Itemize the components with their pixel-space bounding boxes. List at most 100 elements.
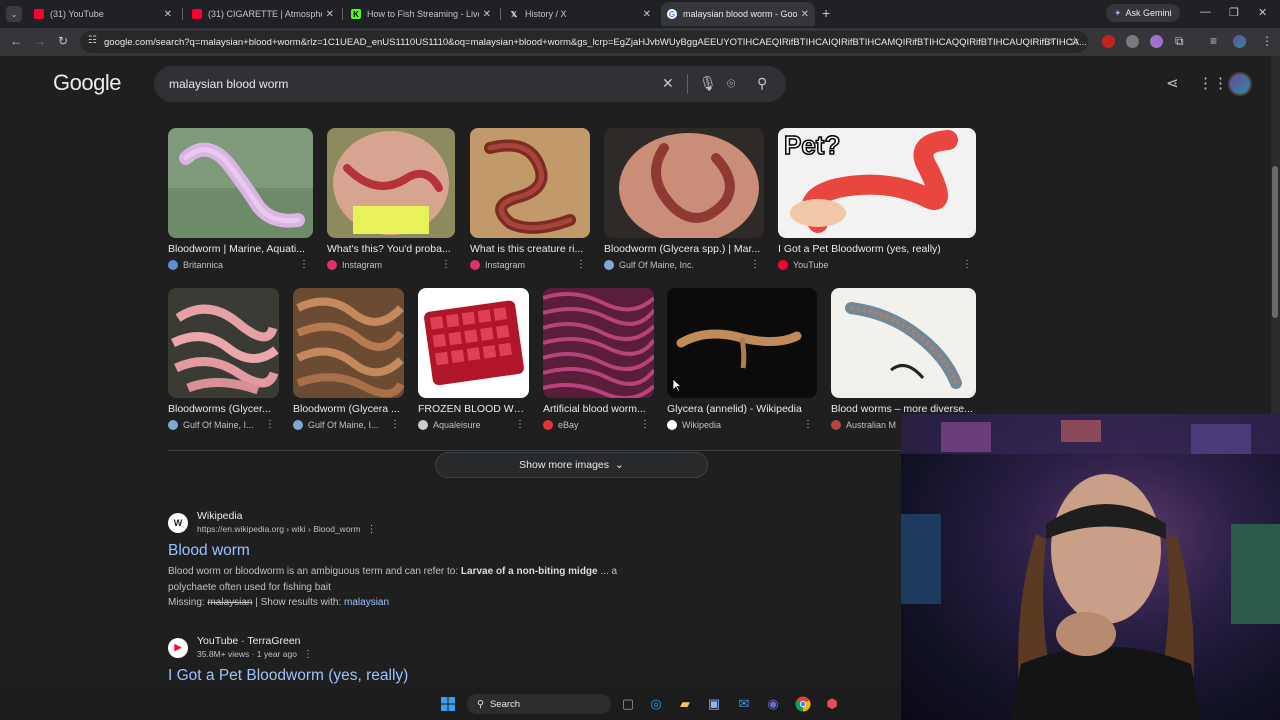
extension-purple-icon[interactable] [1150, 35, 1163, 48]
image-thumbnail[interactable] [667, 288, 817, 398]
more-options-icon[interactable]: ⋮ [390, 419, 400, 430]
show-results-with-link[interactable]: malaysian [344, 597, 389, 608]
extensions-puzzle-icon[interactable]: ⧉ [1175, 34, 1184, 49]
close-icon[interactable]: ✕ [801, 9, 809, 20]
extension-gray-icon[interactable] [1126, 35, 1139, 48]
image-thumbnail[interactable] [543, 288, 654, 398]
close-icon[interactable]: ✕ [483, 9, 491, 20]
tab-x-history[interactable]: 𝕏 History / X ✕ [503, 2, 657, 26]
more-options-icon[interactable]: ⋮ [303, 649, 313, 660]
image-result[interactable]: What is this creature ri... Instagram ⋮ [470, 128, 590, 270]
show-more-images-button[interactable]: Show more images ⌄ [435, 452, 708, 478]
mail-icon[interactable]: ✉ [735, 695, 753, 713]
tab-cigarette[interactable]: (31) CIGARETTE | Atmospheric ✕ [186, 2, 340, 26]
result-title-link[interactable]: I Got a Pet Bloodworm (yes, really) [168, 667, 688, 685]
task-view-icon[interactable]: ▢ [619, 695, 637, 713]
gulf-of-maine-icon [168, 420, 178, 430]
more-options-icon[interactable]: ⋮ [441, 259, 451, 270]
image-source-name: Wikipedia [682, 420, 722, 430]
discord-icon[interactable]: ◉ [764, 695, 782, 713]
bookmark-star-icon[interactable]: ☆ [1069, 34, 1080, 48]
image-thumbnail[interactable]: Pet? [778, 128, 976, 238]
search-query-text: malaysian blood worm [169, 77, 289, 91]
result-site[interactable]: W Wikipedia https://en.wikipedia.org › w… [168, 510, 688, 535]
share-icon[interactable]: ⋖ [1166, 74, 1179, 92]
microsoft-store-icon[interactable]: ▣ [705, 695, 723, 713]
windows-start-icon[interactable] [439, 695, 457, 713]
address-bar[interactable]: ☷ google.com/search?q=malaysian+blood+wo… [80, 31, 1088, 53]
more-options-icon[interactable]: ⋮ [750, 259, 760, 270]
image-result[interactable]: Bloodworm (Glycera spp.) | Mar... Gulf O… [604, 128, 764, 270]
menu-kebab-icon[interactable]: ⋮ [1261, 34, 1273, 48]
site-info-icon[interactable]: ☷ [88, 35, 97, 46]
more-options-icon[interactable]: ⋮ [299, 259, 309, 270]
browser-tab-strip: ⌄ (31) YouTube ✕ (31) CIGARETTE | Atmosp… [0, 0, 1280, 28]
image-thumbnail[interactable] [327, 128, 455, 238]
file-explorer-icon[interactable]: ▰ [676, 695, 694, 713]
image-result[interactable]: Bloodworm | Marine, Aquati... Britannica… [168, 128, 313, 270]
minimize-icon[interactable]: — [1200, 6, 1211, 18]
image-result[interactable]: Glycera (annelid) - Wikipedia Wikipedia … [667, 288, 817, 430]
close-icon[interactable]: ✕ [643, 9, 651, 20]
image-result[interactable]: Pet? I Got a Pet Bloodworm (yes, really)… [778, 128, 976, 270]
account-avatar[interactable] [1228, 72, 1252, 96]
scrollbar-thumb[interactable] [1272, 166, 1278, 318]
tab-kick-stream[interactable]: K How to Fish Streaming - Live St ✕ [345, 2, 497, 26]
image-thumbnail[interactable] [293, 288, 404, 398]
restore-icon[interactable]: ❐ [1229, 6, 1239, 19]
pinned-app-icon[interactable]: ⬢ [823, 695, 841, 713]
image-thumbnail[interactable] [604, 128, 764, 238]
image-thumbnail[interactable] [418, 288, 529, 398]
image-result[interactable]: Artificial blood worm... eBay ⋮ [543, 288, 654, 430]
close-icon[interactable]: ✕ [326, 9, 334, 20]
more-options-icon[interactable]: ⋮ [803, 419, 813, 430]
clear-icon[interactable]: ✕ [662, 75, 674, 92]
image-thumbnail[interactable] [168, 128, 313, 238]
taskbar-search-box[interactable]: ⚲ Search [467, 694, 611, 714]
apps-grid-icon[interactable]: ⋮⋮ [1198, 74, 1228, 92]
google-logo[interactable]: Google [53, 70, 121, 96]
tab-title: History / X [525, 9, 567, 19]
back-arrow-icon[interactable]: ← [10, 34, 22, 48]
new-tab-icon[interactable]: + [822, 5, 830, 21]
search-input[interactable]: malaysian blood worm ✕ 🎙 ⌾ ⚲ [154, 66, 786, 102]
aqualeisure-icon [418, 420, 428, 430]
chrome-icon[interactable] [794, 695, 812, 713]
tab-google-search[interactable]: G malaysian blood worm - Google ✕ [661, 2, 815, 26]
close-icon[interactable]: ✕ [164, 9, 172, 20]
profile-avatar-icon[interactable] [1233, 35, 1246, 48]
youtube-icon [192, 9, 202, 19]
more-options-icon[interactable]: ⋮ [640, 419, 650, 430]
zoom-icon[interactable]: ⌕ [1047, 34, 1054, 49]
image-thumbnail[interactable] [831, 288, 976, 398]
edge-icon[interactable]: ◎ [647, 695, 665, 713]
result-title-link[interactable]: Blood worm [168, 542, 688, 560]
more-options-icon[interactable]: ⋮ [265, 419, 275, 430]
close-window-icon[interactable]: ✕ [1258, 6, 1267, 19]
forward-arrow-icon[interactable]: → [34, 34, 46, 48]
more-options-icon[interactable]: ⋮ [366, 524, 376, 535]
wikipedia-icon: W [168, 512, 188, 533]
reload-icon[interactable]: ↻ [58, 34, 68, 48]
extension-record-icon[interactable] [1102, 35, 1115, 48]
image-result[interactable]: What's this? You'd proba... Instagram ⋮ [327, 128, 455, 270]
microphone-icon[interactable]: 🎙 [699, 75, 717, 92]
image-result[interactable]: Blood worms – more diverse... Australian… [831, 288, 976, 430]
tab-youtube[interactable]: (31) YouTube ✕ [28, 2, 178, 26]
more-options-icon[interactable]: ⋮ [515, 419, 525, 430]
image-result[interactable]: FROZEN BLOOD WO... Aqualeisure ⋮ [418, 288, 529, 430]
image-thumbnail[interactable] [470, 128, 590, 238]
image-result[interactable]: Bloodworms (Glycer... Gulf Of Maine, I..… [168, 288, 279, 430]
image-result[interactable]: Bloodworm (Glycera ... Gulf Of Maine, I.… [293, 288, 404, 430]
more-options-icon[interactable]: ⋮ [576, 259, 586, 270]
ask-gemini-button[interactable]: ✦ Ask Gemini [1106, 4, 1180, 22]
image-source-name: Gulf Of Maine, Inc. [619, 260, 695, 270]
result-site[interactable]: ▶ YouTube · TerraGreen 35.8M+ views · 1 … [168, 635, 688, 660]
tab-search-dropdown-icon[interactable]: ⌄ [6, 6, 22, 22]
more-options-icon[interactable]: ⋮ [962, 259, 972, 270]
search-icon[interactable]: ⚲ [757, 75, 767, 92]
camera-lens-icon[interactable]: ⌾ [727, 75, 735, 92]
image-source-name: eBay [558, 420, 579, 430]
media-controls-icon[interactable]: ≡ [1210, 34, 1217, 48]
image-thumbnail[interactable] [168, 288, 279, 398]
